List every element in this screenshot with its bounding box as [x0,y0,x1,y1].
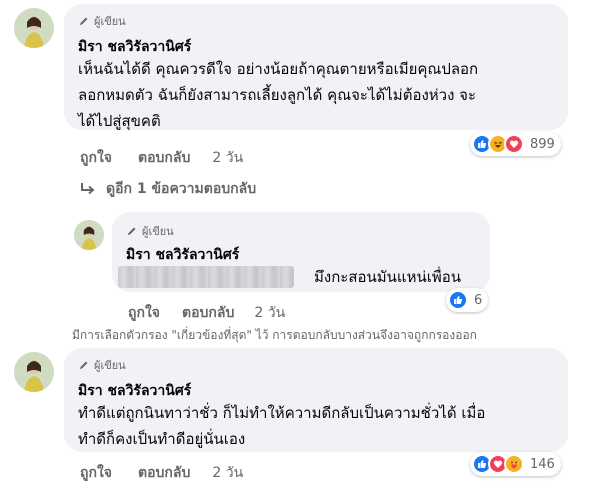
author-badge: ผู้เขียน [126,222,174,240]
comment-line: ทำดีแต่ถูกนินทาว่าชั่ว ก็ไม่ทำให้ความดีก… [78,404,486,422]
redacted-mention [118,266,294,288]
reaction-summary[interactable]: 899 [470,132,561,156]
reaction-summary[interactable]: 146 [470,452,561,476]
author-badge-label: ผู้เขียน [94,359,126,372]
filter-note: มีการเลือกตัวกรอง "เกี่ยวข้องที่สุด" ไว้… [72,328,477,342]
reaction-count: 146 [530,456,555,472]
comment-author[interactable]: มิรา ชลวิรัลวานิศร์ [126,244,239,266]
comment-line: ลอกหมดตัว ฉันก็ยังสามารถเลี้ยงลูกได้ คุณ… [78,86,477,104]
comment-bubble: ผู้เขียน มิรา ชลวิรัลวานิศร์ ทำดีแต่ถูกน… [64,348,568,452]
avatar[interactable] [14,8,54,48]
view-more-replies-label: ดูอีก 1 ข้อความตอบกลับ [106,181,257,197]
author-badge: ผู้เขียน [78,356,126,374]
timestamp[interactable]: 2 วัน [212,147,243,169]
reply-button[interactable]: ตอบกลับ [138,147,190,169]
avatar[interactable] [74,220,104,250]
reply-bubble: ผู้เขียน มิรา ชลวิรัลวานิศร์ มึงกะสอนมัน… [112,212,490,292]
reaction-count: 899 [530,136,555,152]
comment-line: เห็นฉันได้ดี คุณควรดีใจ อย่างน้อยถ้าคุณต… [78,60,479,78]
comment-bubble: ผู้เขียน มิรา ชลวิรัลวานิศร์ เห็นฉันได้ด… [64,4,568,130]
comment-line: ได้ไปสู่สุขคติ [78,112,161,130]
comment-text: เห็นฉันได้ดี คุณควรดีใจ อย่างน้อยถ้าคุณต… [78,56,564,134]
reaction-count: 6 [474,292,483,308]
author-badge-label: ผู้เขียน [94,15,126,28]
avatar-photo [14,8,54,48]
pencil-icon [80,17,88,25]
reply-button[interactable]: ตอบกลับ [182,302,234,324]
love-icon [504,134,524,154]
reaction-summary[interactable]: 6 [446,288,489,312]
like-button[interactable]: ถูกใจ [80,462,112,484]
avatar[interactable] [14,352,54,392]
like-icon [448,290,468,310]
comment-actions: ถูกใจ ตอบกลับ 2 วัน [128,302,285,324]
comment-actions: ถูกใจ ตอบกลับ 2 วัน [80,147,243,169]
timestamp[interactable]: 2 วัน [254,302,285,324]
avatar-photo [14,352,54,392]
comment-text: ทำดีแต่ถูกนินทาว่าชั่ว ก็ไม่ทำให้ความดีก… [78,400,564,452]
reply-arrow-icon [81,183,95,195]
care-icon [504,454,524,474]
like-button[interactable]: ถูกใจ [128,302,160,324]
avatar-photo [74,220,104,250]
comment-actions: ถูกใจ ตอบกลับ 2 วัน [80,462,243,484]
like-button[interactable]: ถูกใจ [80,147,112,169]
reply-button[interactable]: ตอบกลับ [138,462,190,484]
comment-line: มึงกะสอนมันแหน่เพื่อน [314,268,461,286]
comment-line: ทำดีก็คงเป็นทำดีอยู่นั่นเอง [78,430,246,448]
author-badge-label: ผู้เขียน [142,225,174,238]
pencil-icon [128,227,136,235]
comment-author[interactable]: มิรา ชลวิรัลวานิศร์ [78,36,191,58]
comment-text: มึงกะสอนมันแหน่เพื่อน [314,264,484,290]
author-badge: ผู้เขียน [78,12,126,30]
pencil-icon [80,361,88,369]
view-more-replies-link[interactable]: ดูอีก 1 ข้อความตอบกลับ [80,178,256,200]
timestamp[interactable]: 2 วัน [212,462,243,484]
comment-author[interactable]: มิรา ชลวิรัลวานิศร์ [78,380,191,402]
